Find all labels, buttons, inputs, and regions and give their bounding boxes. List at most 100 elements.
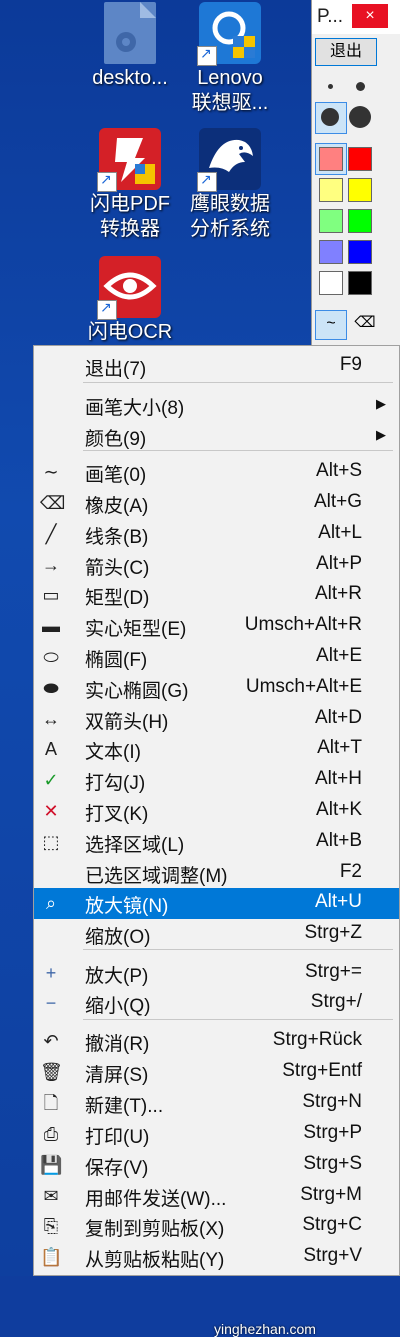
color-swatch[interactable] bbox=[348, 271, 372, 295]
eraser-tool-button[interactable]: ⌫ bbox=[350, 310, 380, 338]
shortcut-arrow-icon bbox=[197, 45, 217, 66]
menu-item[interactable]: ⬭ 椭圆(F) Alt+E bbox=[34, 642, 399, 673]
menu-item-shortcut: Strg+V bbox=[303, 1245, 362, 1266]
menu-item[interactable]: ∼ 画笔(0) Alt+S bbox=[34, 457, 399, 488]
exit-button[interactable]: 退出 bbox=[315, 38, 377, 66]
menu-item-label: 矩型(D) bbox=[85, 588, 150, 609]
pen-icon: ~ bbox=[326, 315, 336, 332]
menu-item[interactable]: 🗑 清屏(S) Strg+Entf bbox=[34, 1057, 399, 1088]
menu-item-shortcut: F9 bbox=[339, 354, 362, 375]
menu-item-label: 选择区域(L) bbox=[85, 835, 185, 856]
color-swatch[interactable] bbox=[348, 240, 372, 264]
watermark-text: yinghezhan.com bbox=[214, 1321, 316, 1337]
menu-item-shortcut: Alt+S bbox=[316, 460, 362, 481]
pen-size-1[interactable] bbox=[328, 84, 333, 89]
menu-item[interactable]: 画笔大小(8) ▶ bbox=[34, 390, 399, 421]
menu-item[interactable]: ▬ 实心矩型(E) Umsch+Alt+R bbox=[34, 611, 399, 642]
text-icon: A bbox=[44, 739, 57, 759]
eraser-icon: ⌫ bbox=[354, 314, 376, 331]
menu-item-shortcut: Alt+G bbox=[313, 491, 362, 512]
menu-item[interactable]: 💾 保存(V) Strg+S bbox=[34, 1150, 399, 1181]
menu-item-shortcut: Strg+C bbox=[302, 1214, 362, 1235]
desktop-icon-lenovo[interactable]: Lenovo 联想驱... bbox=[180, 2, 280, 116]
desktop-icon-label: 联想驱... bbox=[191, 92, 269, 114]
menu-item-label: 退出(7) bbox=[85, 359, 147, 380]
menu-item[interactable]: A 文本(I) Alt+T bbox=[34, 734, 399, 765]
toolbar-titlebar[interactable]: P... × bbox=[312, 0, 400, 34]
menu-item[interactable]: → 箭头(C) Alt+P bbox=[34, 550, 399, 581]
menu-item-label: 双箭头(H) bbox=[85, 712, 169, 733]
color-swatch[interactable] bbox=[319, 209, 343, 233]
menu-item[interactable]: − 缩小(Q) Strg+/ bbox=[34, 988, 399, 1019]
menu-item[interactable]: ⌫ 橡皮(A) Alt+G bbox=[34, 488, 399, 519]
menu-item[interactable]: ✓ 打勾(J) Alt+H bbox=[34, 765, 399, 796]
menu-item[interactable]: ✕ 打叉(K) Alt+K bbox=[34, 796, 399, 827]
menu-item[interactable]: 🗋 新建(T)... Strg+N bbox=[34, 1088, 399, 1119]
menu-item-shortcut: Alt+T bbox=[317, 737, 362, 758]
menu-item-label: 画笔大小(8) bbox=[85, 398, 185, 419]
color-swatch[interactable] bbox=[348, 178, 372, 202]
save-icon: 💾 bbox=[40, 1155, 63, 1175]
menu-item[interactable]: ↔ 双箭头(H) Alt+D bbox=[34, 704, 399, 735]
menu-item[interactable]: 退出(7) F9 bbox=[34, 351, 399, 382]
menu-item[interactable]: 缩放(O) Strg+Z bbox=[34, 919, 399, 950]
pen-tool-button[interactable]: ~ bbox=[315, 310, 347, 340]
pen-icon: ∼ bbox=[43, 462, 59, 482]
color-swatch[interactable] bbox=[319, 271, 343, 295]
menu-item[interactable]: ⎘ 复制到剪贴板(X) Strg+C bbox=[34, 1211, 399, 1242]
menu-item[interactable]: 📋 从剪贴板粘贴(Y) Strg+V bbox=[34, 1242, 399, 1273]
close-button[interactable]: × bbox=[352, 4, 388, 28]
color-swatch[interactable] bbox=[319, 147, 343, 171]
menu-item[interactable]: ▭ 矩型(D) Alt+R bbox=[34, 580, 399, 611]
menu-item-shortcut: Strg+/ bbox=[310, 991, 362, 1012]
menu-item-shortcut: Strg+Z bbox=[304, 922, 362, 943]
menu-item[interactable]: ✉ 用邮件发送(W)... Strg+M bbox=[34, 1181, 399, 1212]
menu-item-shortcut: Alt+H bbox=[315, 768, 362, 789]
menu-item[interactable]: ⬬ 实心椭圆(G) Umsch+Alt+E bbox=[34, 673, 399, 704]
desktop-icon-config[interactable]: deskto... bbox=[80, 2, 180, 91]
trash-icon: 🗑 bbox=[40, 1062, 63, 1082]
desktop-icon-label: 闪电OCR bbox=[87, 321, 173, 343]
cross-icon: ✕ bbox=[43, 801, 59, 821]
new-file-icon: 🗋 bbox=[43, 1093, 59, 1113]
menu-item-label: 实心矩型(E) bbox=[85, 619, 187, 640]
toolbar-title: P... bbox=[317, 6, 344, 27]
menu-item[interactable]: ⬚ 选择区域(L) Alt+B bbox=[34, 827, 399, 858]
submenu-arrow-icon: ▶ bbox=[376, 396, 386, 411]
line-icon: ╱ bbox=[45, 524, 57, 544]
menu-item[interactable]: ⎙ 打印(U) Strg+P bbox=[34, 1119, 399, 1150]
eagle-icon bbox=[197, 128, 261, 192]
menu-item-shortcut: Strg+P bbox=[303, 1122, 362, 1143]
menu-item[interactable]: + 放大(P) Strg+= bbox=[34, 958, 399, 989]
undo-icon: ↶ bbox=[43, 1031, 59, 1051]
ocr-eye-icon bbox=[97, 256, 161, 320]
menu-item[interactable]: 已选区域调整(M) F2 bbox=[34, 858, 399, 889]
ellipse-icon: ⬭ bbox=[43, 647, 59, 667]
menu-item-shortcut: Umsch+Alt+R bbox=[244, 614, 362, 635]
menu-separator bbox=[83, 450, 393, 451]
menu-item-label: 打勾(J) bbox=[85, 773, 146, 794]
color-swatch[interactable] bbox=[348, 209, 372, 233]
color-swatch[interactable] bbox=[319, 178, 343, 202]
desktop-icon-ocr[interactable]: 闪电OCR bbox=[80, 256, 180, 345]
menu-item-label: 画笔(0) bbox=[85, 465, 147, 486]
desktop-icon-label: 转换器 bbox=[100, 218, 160, 240]
pen-size-2[interactable] bbox=[356, 82, 365, 91]
color-swatch[interactable] bbox=[319, 240, 343, 264]
menu-item[interactable]: ↶ 撤消(R) Strg+Rück bbox=[34, 1026, 399, 1057]
menu-item-label: 已选区域调整(M) bbox=[85, 866, 228, 887]
desktop-icon-pdf[interactable]: 闪电PDF 转换器 bbox=[80, 128, 180, 242]
menu-item-shortcut: Strg+Rück bbox=[272, 1029, 362, 1050]
menu-item[interactable]: ⌕ 放大镜(N) Alt+U bbox=[34, 888, 399, 919]
menu-item[interactable]: ╱ 线条(B) Alt+L bbox=[34, 519, 399, 550]
color-swatch[interactable] bbox=[348, 147, 372, 171]
arrow-icon: → bbox=[42, 555, 60, 575]
rectangle-icon: ▭ bbox=[42, 585, 60, 605]
menu-item-label: 复制到剪贴板(X) bbox=[85, 1219, 225, 1240]
menu-item[interactable]: 颜色(9) ▶ bbox=[34, 421, 399, 452]
double-arrow-icon: ↔ bbox=[42, 709, 60, 729]
menu-item-label: 缩放(O) bbox=[85, 927, 151, 948]
desktop-icon-eagle[interactable]: 鹰眼数据 分析系统 bbox=[180, 128, 280, 242]
menu-item-label: 文本(I) bbox=[85, 742, 141, 763]
pen-size-4[interactable] bbox=[349, 106, 371, 128]
